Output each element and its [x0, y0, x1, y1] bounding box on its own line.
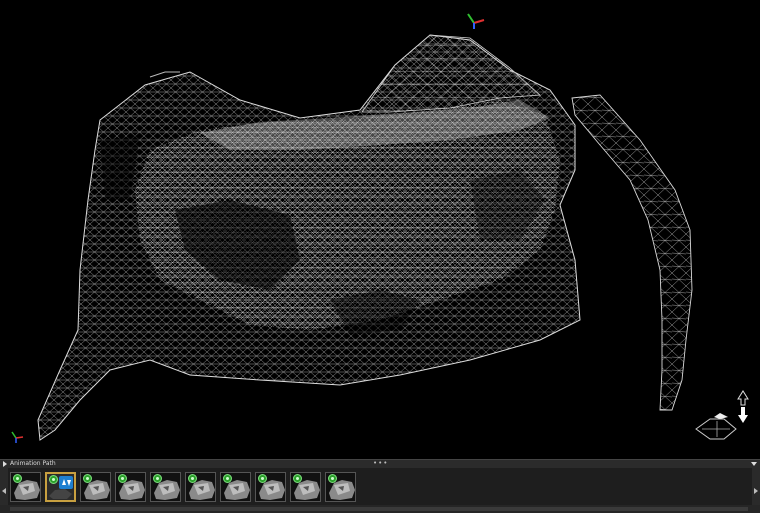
keyframe-marker-icon — [49, 475, 58, 484]
expand-triangle-icon[interactable] — [3, 461, 7, 467]
keyframe-strip — [0, 468, 760, 513]
axis-triad-icon — [467, 13, 485, 29]
chevron-down-icon[interactable] — [751, 462, 757, 466]
chevron-right-icon — [754, 488, 758, 494]
keyframe-thumbnail[interactable] — [325, 472, 356, 502]
panel-title: Animation Path — [10, 460, 56, 467]
3d-viewport[interactable] — [0, 0, 760, 459]
keyframe-thumbnail[interactable] — [150, 472, 181, 502]
keyframe-marker-icon — [328, 474, 337, 483]
horizontal-scrollbar[interactable] — [0, 505, 760, 513]
mesh-render — [11, 13, 693, 443]
keyframe-thumbnail[interactable] — [80, 472, 111, 502]
resize-grip[interactable]: ••• — [373, 460, 388, 467]
arrow-down-icon[interactable] — [738, 407, 748, 423]
view-navigation-controls[interactable] — [690, 385, 754, 445]
keyframe-thumbnail[interactable] — [290, 472, 321, 502]
animation-path-header[interactable]: Animation Path ••• — [0, 459, 760, 468]
keyframe-marker-icon — [188, 474, 197, 483]
mesh-right-arm — [571, 94, 693, 411]
keyframe-thumbnail[interactable] — [115, 472, 146, 502]
keyframe-marker-icon — [13, 474, 22, 483]
keyframe-thumbnail[interactable] — [10, 472, 41, 502]
rotate-icon[interactable] — [695, 413, 737, 440]
axis-triad-icon — [11, 431, 24, 443]
scrollbar-thumb[interactable] — [10, 507, 748, 511]
chevron-left-icon — [2, 488, 6, 494]
keyframe-marker-icon — [118, 474, 127, 483]
keyframe-marker-icon — [258, 474, 267, 483]
keyframe-marker-icon — [83, 474, 92, 483]
keyframe-thumbnail[interactable] — [255, 472, 286, 502]
keyframe-thumbnail[interactable] — [185, 472, 216, 502]
swap-arrows-icon[interactable] — [59, 476, 73, 489]
arrow-up-icon[interactable] — [737, 390, 749, 406]
keyframe-marker-icon — [153, 474, 162, 483]
keyframe-marker-icon — [293, 474, 302, 483]
keyframe-thumbnail[interactable] — [220, 472, 251, 502]
keyframe-thumbnail[interactable] — [45, 472, 76, 502]
keyframe-marker-icon — [223, 474, 232, 483]
